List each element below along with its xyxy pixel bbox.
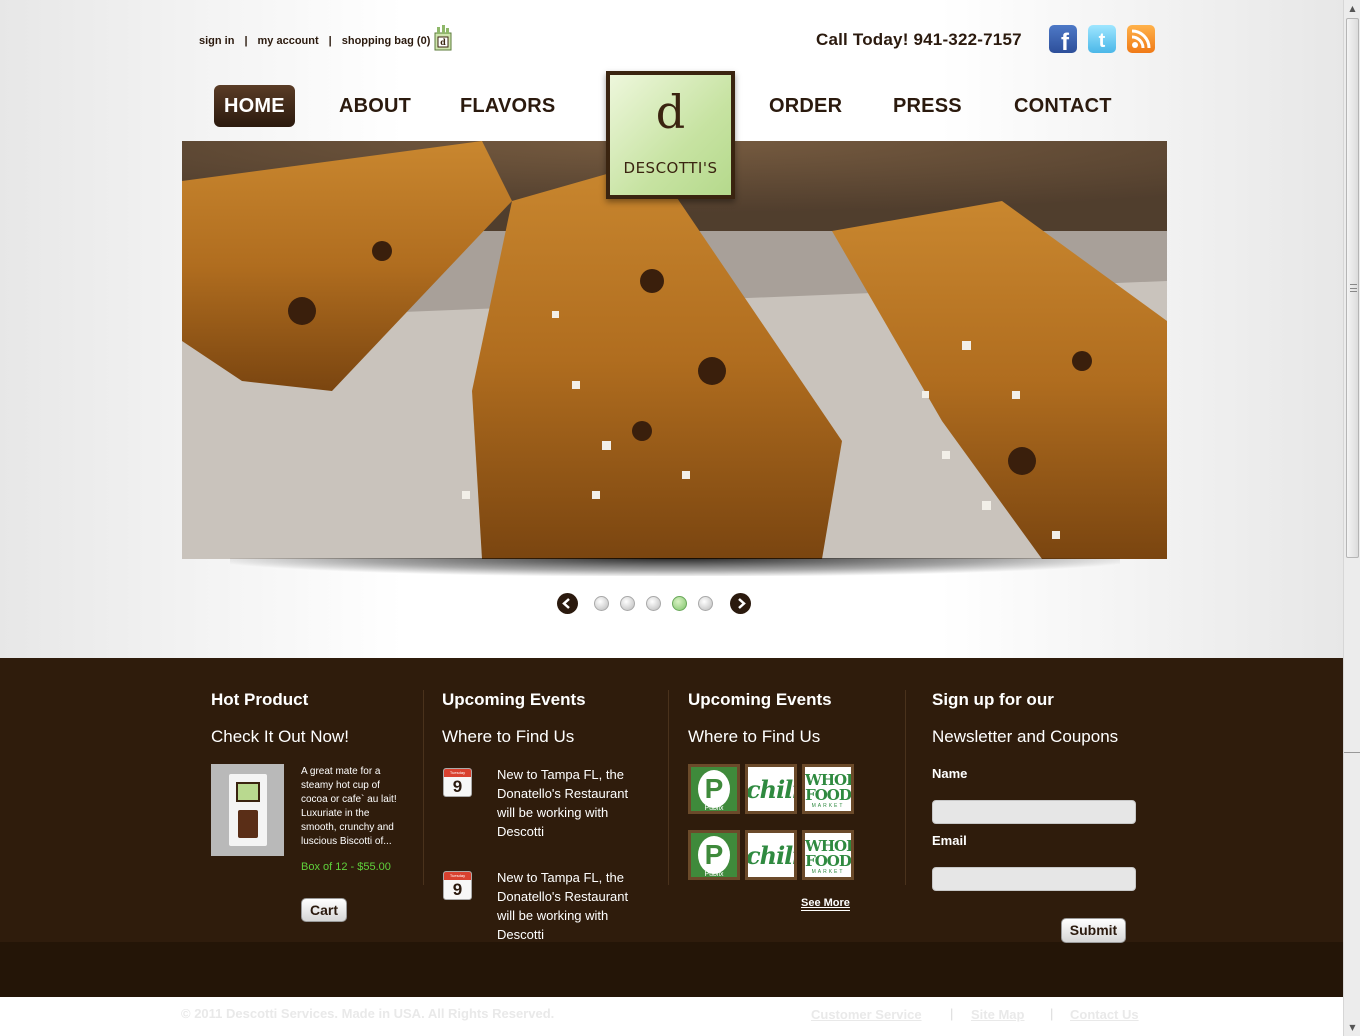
nav-home[interactable]: HOME (214, 85, 295, 127)
whole-foods-logo[interactable]: WHOL FOOD MARKET (802, 830, 854, 880)
slider-dot-3[interactable] (646, 596, 661, 611)
hot-product-description: A great mate for a steamy hot cup of coc… (301, 766, 397, 847)
nav-about[interactable]: ABOUT (339, 85, 411, 127)
utility-separator: | (328, 35, 332, 47)
events-subtitle: Where to Find Us (442, 727, 575, 746)
chilis-logo[interactable]: chili's (745, 764, 797, 814)
calendar-header: Tuesday (444, 872, 471, 880)
svg-text:f: f (1061, 29, 1070, 53)
slider-dot-5[interactable] (698, 596, 713, 611)
logo-panel: d DESCOTTI'S (610, 75, 731, 195)
events-title: Upcoming Events (442, 690, 586, 709)
email-label: Email (932, 833, 967, 848)
hot-product-price: Box of 12 - $55.00 (301, 861, 391, 873)
slider-dot-1[interactable] (594, 596, 609, 611)
scrollbar-thumb[interactable] (1346, 18, 1359, 558)
partners-subtitle: Where to Find Us (688, 727, 821, 746)
publix-logo[interactable]: P Publix (688, 830, 740, 880)
publix-word: Publix (704, 805, 724, 812)
slider-dot-4-active[interactable] (672, 596, 687, 611)
logo-name: DESCOTTI'S (623, 159, 718, 177)
calendar-header: Tuesday (444, 769, 471, 777)
scrollbar-track-marker (1344, 752, 1360, 760)
publix-letter: P (698, 770, 730, 808)
site-map-link[interactable]: Site Map (971, 1007, 1024, 1022)
whole-foods-line-1: WHOL (805, 771, 854, 789)
newsletter-subtitle: Newsletter and Coupons (932, 727, 1119, 746)
newsletter-title: Sign up for our (932, 690, 1054, 709)
descottis-logo[interactable]: d DESCOTTI'S (606, 71, 735, 199)
event-item-text[interactable]: New to Tampa FL, the Donatello's Restaur… (497, 765, 642, 841)
column-divider (905, 690, 906, 885)
svg-text:d: d (441, 37, 447, 47)
name-field[interactable] (932, 800, 1136, 824)
vertical-scrollbar[interactable]: ▲ ▼ (1343, 0, 1360, 1036)
product-label (236, 782, 260, 802)
event-item-text[interactable]: New to Tampa FL, the Donatello's Restaur… (497, 868, 642, 944)
hot-product-subtitle: Check It Out Now! (211, 727, 349, 746)
customer-service-link[interactable]: Customer Service (811, 1007, 922, 1022)
footer-bottom-band (0, 942, 1343, 997)
scroll-up-icon[interactable]: ▲ (1344, 0, 1360, 17)
nav-flavors[interactable]: FLAVORS (460, 85, 555, 127)
footer-separator: | (950, 1006, 954, 1021)
column-divider (668, 690, 669, 885)
see-more-link[interactable]: See More (801, 897, 850, 911)
publix-word: Publix (704, 871, 724, 878)
slider-next-button[interactable] (730, 593, 751, 614)
chilis-logo[interactable]: chili's (745, 830, 797, 880)
rss-feed-icon[interactable] (1127, 25, 1155, 53)
nav-order[interactable]: ORDER (769, 85, 842, 127)
calendar-icon: Tuesday 9 (443, 768, 472, 797)
scrollbar-grip (1350, 284, 1357, 292)
whole-foods-line-2: FOOD (805, 852, 851, 870)
email-field[interactable] (932, 867, 1136, 891)
hot-product-image[interactable] (211, 764, 284, 856)
scroll-down-icon[interactable]: ▼ (1344, 1019, 1360, 1036)
partners-title: Upcoming Events (688, 690, 832, 709)
utility-separator: | (244, 35, 248, 47)
name-label: Name (932, 766, 968, 781)
submit-button[interactable]: Submit (1061, 918, 1126, 943)
footer-separator: | (1050, 1006, 1054, 1021)
whole-foods-line-1: WHOL (805, 837, 854, 855)
nav-contact[interactable]: CONTACT (1014, 85, 1112, 127)
call-today-phone: Call Today! 941-322-7157 (816, 30, 1022, 49)
hero-slide-image (182, 141, 1167, 559)
nav-press[interactable]: PRESS (893, 85, 962, 127)
publix-logo[interactable]: P Publix (688, 764, 740, 814)
whole-foods-line-3: MARKET (811, 803, 845, 809)
whole-foods-line-3: MARKET (811, 869, 845, 875)
product-window (238, 810, 258, 838)
copyright-text: © 2011 Descotti Services. Made in USA. A… (181, 1006, 555, 1021)
facebook-icon[interactable]: f (1049, 25, 1077, 53)
shopping-bag-icon[interactable]: d (434, 25, 452, 51)
calendar-day: 9 (452, 880, 463, 899)
whole-foods-line-2: FOOD (805, 786, 851, 804)
chilis-word: chili's (746, 775, 794, 804)
utility-links: sign in | my account | shopping bag (0) … (199, 25, 452, 53)
calendar-day: 9 (452, 777, 463, 796)
whole-foods-logo[interactable]: WHOL FOOD MARKET (802, 764, 854, 814)
slider-prev-button[interactable] (557, 593, 578, 614)
contact-us-link[interactable]: Contact Us (1070, 1007, 1139, 1022)
shopping-bag-link[interactable]: shopping bag (0) (342, 35, 431, 47)
logo-letter: d (655, 85, 686, 139)
sign-in-link[interactable]: sign in (199, 35, 234, 47)
svg-text:t: t (1099, 30, 1106, 52)
calendar-icon: Tuesday 9 (443, 871, 472, 900)
product-bag (229, 774, 267, 846)
my-account-link[interactable]: my account (258, 35, 319, 47)
slider-dot-2[interactable] (620, 596, 635, 611)
cart-button[interactable]: Cart (301, 898, 347, 922)
hot-product-title: Hot Product (211, 690, 309, 709)
publix-letter: P (698, 836, 730, 874)
hero-shadow (230, 558, 1120, 576)
column-divider (423, 690, 424, 885)
footer-content-section (0, 658, 1343, 942)
chilis-word: chili's (746, 841, 794, 870)
twitter-icon[interactable]: t (1088, 25, 1116, 53)
